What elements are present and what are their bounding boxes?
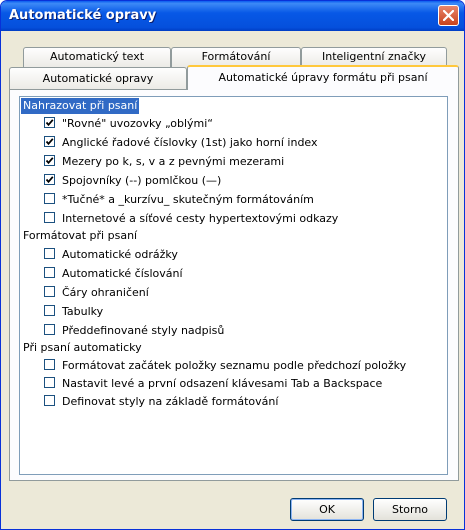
checkbox[interactable]	[44, 305, 55, 316]
check-icon	[45, 138, 54, 146]
option-spojovniky[interactable]: Spojovníky (--) pomlčkou (—)	[44, 173, 221, 189]
checkbox[interactable]	[44, 395, 55, 406]
option-hypertextove-odkazy[interactable]: Internetové a síťové cesty hypertextovým…	[44, 211, 338, 227]
category-formatovat[interactable]: Formátovat při psaní	[21, 228, 139, 244]
close-icon	[443, 10, 454, 21]
option-label: *Tučné* a _kurzívu_ skutečným formátován…	[62, 193, 314, 206]
cancel-button[interactable]: Storno	[373, 498, 447, 521]
checkbox[interactable]	[44, 155, 55, 166]
option-rovne-uvozovky[interactable]: "Rovné" uvozovky „oblými“	[44, 116, 213, 132]
option-label: Automatické odrážky	[62, 248, 178, 261]
option-label: "Rovné" uvozovky „oblými“	[62, 117, 214, 130]
tab-panel: Nahrazovat při psaní "Rovné" uvozovky „o…	[9, 89, 459, 481]
option-definovat-styly[interactable]: Definovat styly na základě formátování	[44, 394, 278, 410]
option-label: Formátovat začátek položky seznamu podle…	[62, 359, 407, 372]
option-label: Nastavit levé a první odsazení klávesami…	[62, 377, 383, 390]
option-label: Mezery po k, s, v a z pevnými mezerami	[62, 155, 285, 168]
category-nahrazovat[interactable]: Nahrazovat při psaní	[21, 98, 140, 114]
options-list[interactable]: Nahrazovat při psaní "Rovné" uvozovky „o…	[19, 96, 448, 475]
option-zacatek-polozky[interactable]: Formátovat začátek položky seznamu podle…	[44, 358, 406, 374]
check-icon	[45, 119, 54, 127]
option-cary-ohraniceni[interactable]: Čáry ohraničení	[44, 285, 149, 301]
option-tabulky[interactable]: Tabulky	[44, 304, 103, 320]
option-label: Automatické číslování	[62, 267, 183, 280]
checkbox[interactable]	[44, 267, 55, 278]
window-title: Automatické opravy	[9, 8, 157, 23]
tab-automaticke-opravy[interactable]: Automatické opravy	[9, 67, 187, 89]
autocorrect-dialog: Automatické opravy Automatický text Form…	[0, 0, 465, 530]
category-pri-psani-automaticky[interactable]: Při psaní automaticky	[21, 340, 144, 356]
option-label: Čáry ohraničení	[62, 286, 149, 299]
option-cislovani[interactable]: Automatické číslování	[44, 266, 183, 282]
tab-inteligentni-znacky[interactable]: Inteligentní značky	[301, 47, 447, 67]
option-odrazky[interactable]: Automatické odrážky	[44, 247, 178, 263]
option-styly-nadpisu[interactable]: Předdefinované styly nadpisů	[44, 323, 224, 339]
checkbox[interactable]	[44, 324, 55, 335]
check-icon	[45, 157, 54, 165]
option-pevne-mezery[interactable]: Mezery po k, s, v a z pevnými mezerami	[44, 154, 284, 170]
option-label: Anglické řadové číslovky (1st) jako horn…	[62, 136, 318, 149]
tab-automaticky-text[interactable]: Automatický text	[23, 47, 171, 67]
option-odsazeni-tab[interactable]: Nastavit levé a první odsazení klávesami…	[44, 376, 382, 392]
checkbox[interactable]	[44, 248, 55, 259]
tab-automaticke-upravy-formatu[interactable]: Automatické úpravy formátu při psaní	[187, 65, 459, 90]
checkbox[interactable]	[44, 286, 55, 297]
option-label: Předdefinované styly nadpisů	[62, 324, 225, 337]
tab-formatovani[interactable]: Formátování	[171, 47, 301, 67]
title-bar[interactable]: Automatické opravy	[1, 1, 464, 31]
close-button[interactable]	[438, 5, 459, 26]
check-icon	[45, 176, 54, 184]
option-label: Definovat styly na základě formátování	[62, 395, 279, 408]
option-label: Internetové a síťové cesty hypertextovým…	[62, 212, 339, 225]
checkbox[interactable]	[44, 212, 55, 223]
checkbox[interactable]	[44, 117, 55, 128]
option-label: Tabulky	[62, 305, 104, 318]
checkbox[interactable]	[44, 359, 55, 370]
checkbox[interactable]	[44, 174, 55, 185]
option-label: Spojovníky (--) pomlčkou (—)	[62, 174, 222, 187]
option-radove-cislovky[interactable]: Anglické řadové číslovky (1st) jako horn…	[44, 135, 318, 151]
option-tucne-kurziva[interactable]: *Tučné* a _kurzívu_ skutečným formátován…	[44, 192, 314, 208]
checkbox[interactable]	[44, 193, 55, 204]
checkbox[interactable]	[44, 377, 55, 388]
ok-button[interactable]: OK	[290, 498, 364, 521]
checkbox[interactable]	[44, 136, 55, 147]
